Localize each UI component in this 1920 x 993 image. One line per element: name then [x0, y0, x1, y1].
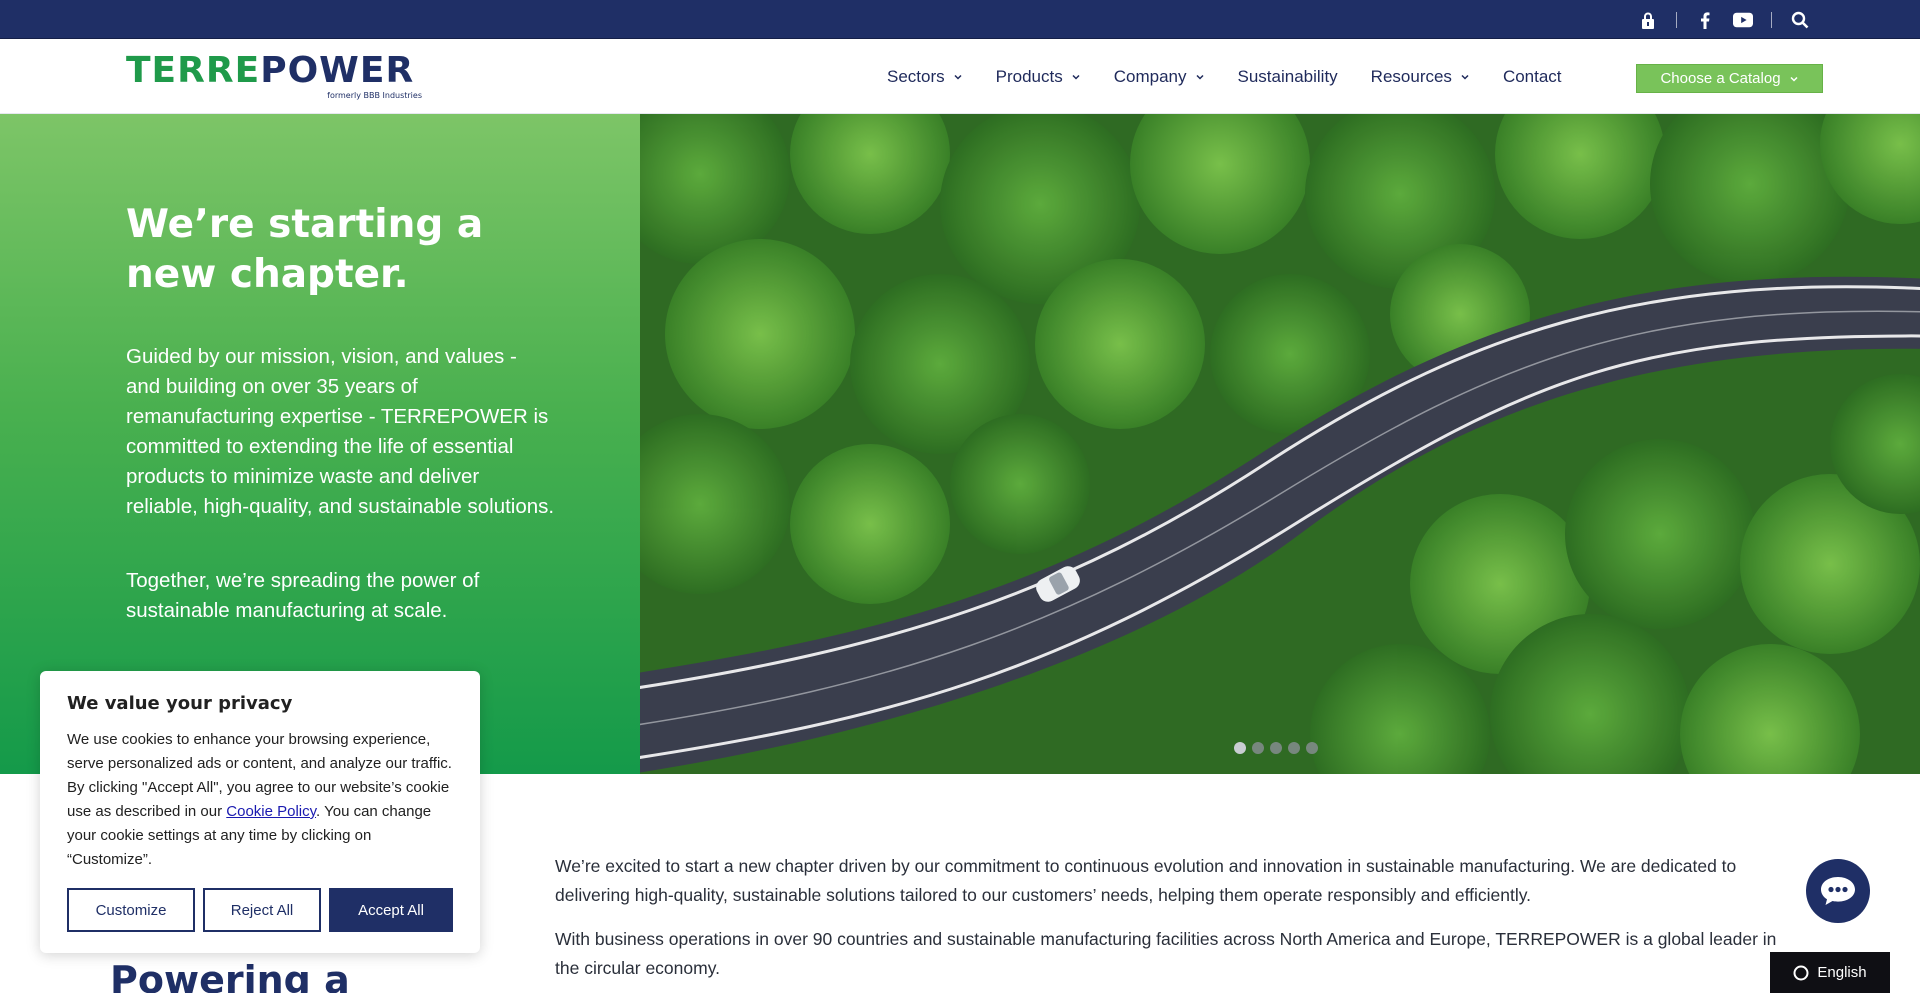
lock-icon[interactable]: [1638, 10, 1658, 30]
chevron-down-icon: [1195, 74, 1204, 80]
chevron-down-icon: [954, 74, 962, 80]
nav-item-company[interactable]: Company: [1114, 67, 1205, 87]
intro-paragraph: With business operations in over 90 coun…: [555, 929, 1777, 978]
cookie-text: We use cookies to enhance your browsing …: [67, 731, 452, 868]
logo-wordmark: TERREPOWER: [126, 50, 415, 91]
nav-item-contact[interactable]: Contact: [1503, 67, 1562, 87]
utility-icons: [1638, 10, 1810, 30]
cookie-buttons: Customize Reject All Accept All: [67, 888, 453, 932]
slider-dot[interactable]: [1270, 742, 1282, 754]
forest-road-illustration: [640, 114, 1920, 774]
nav-item-sectors[interactable]: Sectors: [887, 67, 963, 87]
nav-item-products[interactable]: Products: [996, 67, 1081, 87]
section-heading: Powering a: [110, 958, 350, 993]
cookie-title: We value your privacy: [67, 693, 293, 714]
divider: [1771, 12, 1772, 28]
slider-dot[interactable]: [1306, 742, 1318, 754]
search-icon[interactable]: [1790, 10, 1810, 30]
hero-forest-road-image: [640, 114, 1920, 774]
divider: [1676, 12, 1677, 28]
terrepower-logo[interactable]: TERREPOWER formerly BBB Industries: [126, 53, 426, 101]
chevron-down-icon: [1072, 74, 1080, 80]
chevron-down-icon: [1790, 76, 1798, 82]
chat-button[interactable]: [1806, 859, 1870, 923]
choose-catalog-button[interactable]: Choose a Catalog: [1636, 64, 1823, 93]
primary-nav: Sectors Products Company Sustainability …: [887, 39, 1595, 114]
hero-title: We’re starting a new chapter.: [126, 202, 484, 297]
hero-slider-dots: [1234, 742, 1318, 754]
slider-dot[interactable]: [1234, 742, 1246, 754]
cookie-consent-banner: We value your privacy We use cookies to …: [40, 671, 480, 953]
chat-bubble-icon: [1821, 877, 1855, 905]
logo-subtitle: formerly BBB Industries: [327, 91, 422, 100]
intro-paragraph: We’re excited to start a new chapter dri…: [555, 856, 1737, 905]
top-utility-bar: [0, 0, 1920, 39]
main-header: TERREPOWER formerly BBB Industries Secto…: [0, 39, 1920, 114]
reject-all-button[interactable]: Reject All: [203, 888, 321, 932]
slider-dot[interactable]: [1288, 742, 1300, 754]
cookie-policy-link[interactable]: Cookie Policy: [226, 803, 316, 820]
facebook-icon[interactable]: [1695, 10, 1715, 30]
slider-dot[interactable]: [1252, 742, 1264, 754]
youtube-icon[interactable]: [1733, 10, 1753, 30]
nav-item-sustainability[interactable]: Sustainability: [1238, 67, 1338, 87]
hero-paragraph: Together, we’re spreading the power of s…: [126, 569, 480, 622]
accept-all-button[interactable]: Accept All: [329, 888, 453, 932]
language-selector[interactable]: English: [1770, 952, 1890, 993]
globe-icon: [1793, 965, 1809, 980]
chevron-down-icon: [1461, 74, 1469, 80]
hero-paragraph: Guided by our mission, vision, and value…: [126, 345, 555, 518]
nav-item-resources[interactable]: Resources: [1371, 67, 1470, 87]
customize-button[interactable]: Customize: [67, 888, 195, 932]
